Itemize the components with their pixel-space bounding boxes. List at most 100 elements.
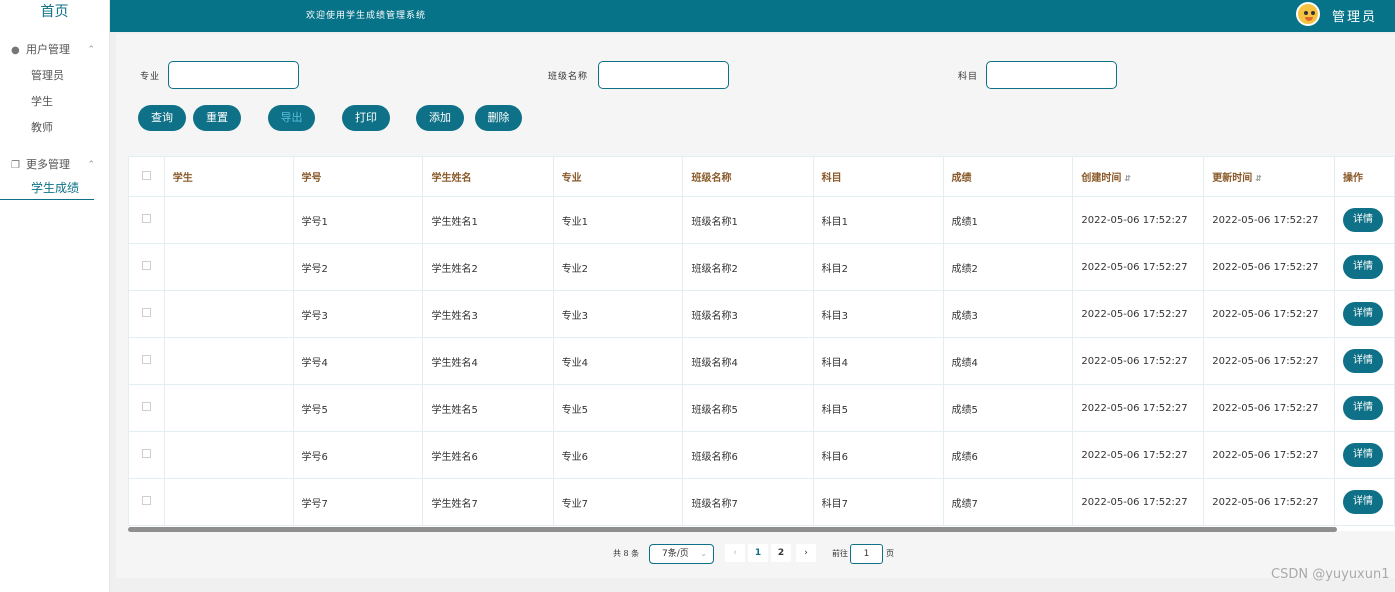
sidebar-item-teacher[interactable]: 教师	[0, 115, 109, 141]
goto-label: 前往	[832, 549, 848, 558]
actions-cell: 详情	[1334, 478, 1395, 526]
reset-button[interactable]: 重置	[193, 105, 241, 131]
table-cell: 2022-05-06 17:52:27	[1203, 431, 1336, 479]
table-cell: 2022-05-06 17:52:27	[1203, 196, 1336, 244]
subject-input[interactable]	[986, 61, 1117, 89]
table-cell	[163, 431, 294, 479]
table-cell: 2022-05-06 17:52:27	[1203, 337, 1336, 385]
row-select-cell	[128, 384, 165, 432]
export-button[interactable]: 导出	[268, 105, 315, 131]
page-button[interactable]: 2	[771, 544, 791, 562]
table-cell: 专业1	[552, 196, 684, 244]
prev-page-button[interactable]: ‹	[725, 544, 745, 562]
major-input[interactable]	[168, 61, 299, 89]
table-cell: 学生姓名7	[422, 478, 554, 526]
table-cell: 科目3	[812, 290, 944, 338]
sidebar-home[interactable]: 首页	[0, 0, 109, 26]
watermark: CSDN @yuyuxun1	[1271, 567, 1390, 582]
sidebar-item-admin[interactable]: 管理员	[0, 63, 109, 89]
table-cell: 学生姓名6	[422, 431, 554, 479]
detail-button[interactable]: 详情	[1343, 255, 1384, 279]
next-page-button[interactable]: ›	[796, 544, 816, 562]
table-cell: 科目2	[812, 243, 944, 291]
chevron-up-icon: ⌃	[87, 160, 95, 170]
table-cell: 学号3	[292, 290, 424, 338]
detail-button[interactable]: 详情	[1343, 396, 1384, 420]
column-header: 成绩	[942, 156, 1074, 197]
detail-button[interactable]: 详情	[1343, 443, 1384, 467]
table-cell: 专业5	[552, 384, 684, 432]
table-cell: 成绩6	[942, 431, 1074, 479]
page-button[interactable]: 1	[748, 544, 768, 562]
table-cell: 科目1	[812, 196, 944, 244]
column-header-label: 创建时间	[1081, 173, 1122, 184]
table-row: 学号5 学生姓名5 专业5 班级名称5 科目5 成绩5 2022-05-06 17:52:2…	[128, 384, 1395, 432]
row-checkbox[interactable]	[141, 402, 151, 411]
row-checkbox[interactable]	[141, 496, 151, 505]
actions-cell: 详情	[1334, 290, 1395, 338]
table-cell: 学号5	[292, 384, 424, 432]
actions-cell: 详情	[1334, 337, 1395, 385]
table-cell: 2022-05-06 17:52:27	[1072, 196, 1205, 244]
row-checkbox[interactable]	[141, 308, 151, 317]
copy-icon: ❐	[11, 160, 20, 171]
table-cell: 学号2	[292, 243, 424, 291]
row-checkbox[interactable]	[141, 449, 151, 458]
sidebar-group-user-management[interactable]: ● 用户管理 ⌃	[0, 37, 109, 63]
select-all-cell	[128, 156, 165, 197]
column-header: 专业	[552, 156, 684, 197]
data-table: 学生 学号 学生姓名 专业 班级名称 科目 成绩 创建时间 ⇵ 更新时间 ⇵ 操作 …	[128, 156, 1395, 531]
detail-button[interactable]: 详情	[1343, 302, 1384, 326]
avatar[interactable]	[1296, 2, 1320, 26]
sidebar-item-student-grades[interactable]: 学生成绩	[0, 178, 94, 200]
table-row: 学号2 学生姓名2 专业2 班级名称2 科目2 成绩2 2022-05-06 17:52:2…	[128, 243, 1395, 291]
table-cell: 专业3	[552, 290, 684, 338]
table-cell: 成绩5	[942, 384, 1074, 432]
table-cell: 班级名称6	[682, 431, 814, 479]
table-cell: 成绩2	[942, 243, 1074, 291]
sidebar-item-student[interactable]: 学生	[0, 89, 109, 115]
admin-label[interactable]: 管理员	[1332, 6, 1377, 25]
select-all-checkbox[interactable]	[141, 170, 151, 180]
sidebar-group-more-management[interactable]: ❐ 更多管理 ⌃	[0, 152, 109, 178]
table-cell: 2022-05-06 17:52:27	[1072, 243, 1205, 291]
sort-icon[interactable]: ⇵	[1124, 174, 1131, 183]
column-header-label: 更新时间	[1212, 173, 1253, 184]
table-row: 学号3 学生姓名3 专业3 班级名称3 科目3 成绩3 2022-05-06 17:52:2…	[128, 290, 1395, 338]
chevron-down-icon: ⌄	[700, 549, 707, 558]
page-size-value: 7条/页	[662, 549, 689, 559]
actions-cell: 详情	[1334, 431, 1395, 479]
table-cell	[163, 384, 294, 432]
row-checkbox[interactable]	[141, 355, 151, 364]
table-cell: 科目7	[812, 478, 944, 526]
detail-button[interactable]: 详情	[1343, 349, 1384, 373]
table-cell: 学生姓名5	[422, 384, 554, 432]
column-header: 操作	[1334, 156, 1395, 197]
class-name-input[interactable]	[598, 61, 729, 89]
delete-button[interactable]: 删除	[475, 105, 522, 131]
horizontal-scrollbar[interactable]	[128, 527, 1337, 532]
column-header-updated[interactable]: 更新时间 ⇵	[1203, 156, 1336, 197]
table-cell: 科目4	[812, 337, 944, 385]
column-header-created[interactable]: 创建时间 ⇵	[1072, 156, 1205, 197]
column-header: 学生	[163, 156, 294, 197]
sort-icon[interactable]: ⇵	[1255, 174, 1262, 183]
column-header: 班级名称	[682, 156, 814, 197]
table-cell: 成绩1	[942, 196, 1074, 244]
add-button[interactable]: 添加	[416, 105, 464, 131]
print-button[interactable]: 打印	[342, 105, 390, 131]
goto-page-input[interactable]: 1	[850, 544, 883, 564]
detail-button[interactable]: 详情	[1343, 490, 1384, 514]
query-button[interactable]: 查询	[138, 105, 186, 131]
detail-button[interactable]: 详情	[1343, 208, 1384, 232]
table-cell: 2022-05-06 17:52:27	[1203, 478, 1336, 526]
table-cell: 班级名称3	[682, 290, 814, 338]
major-label: 专业	[140, 72, 161, 82]
sidebar-group-label: 更多管理	[26, 158, 70, 171]
table-cell: 学生姓名3	[422, 290, 554, 338]
top-bar: 欢迎使用学生成绩管理系统 管理员	[110, 0, 1395, 32]
row-checkbox[interactable]	[141, 261, 151, 270]
page-size-select[interactable]: 7条/页 ⌄	[649, 544, 714, 564]
table-cell: 2022-05-06 17:52:27	[1072, 431, 1205, 479]
row-checkbox[interactable]	[141, 214, 151, 223]
